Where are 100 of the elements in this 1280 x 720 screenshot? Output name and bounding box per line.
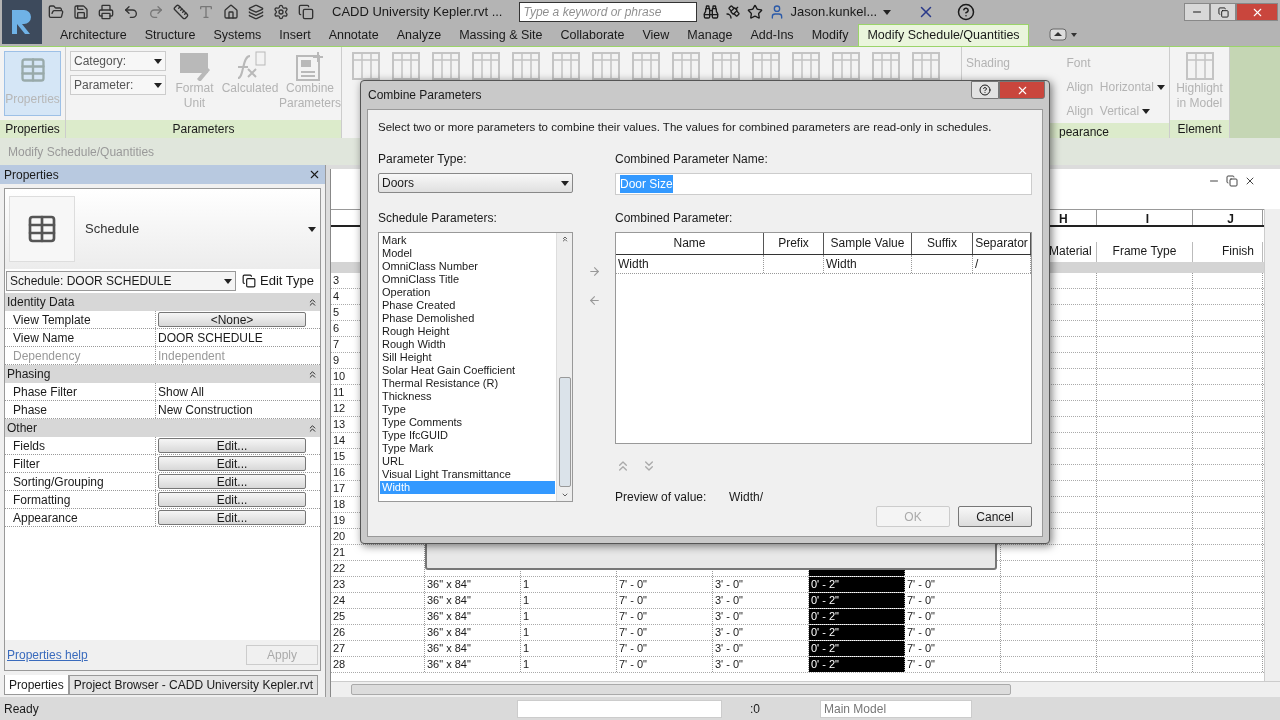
table-cell[interactable]: / [973, 255, 1031, 273]
table-cell: 1 [521, 593, 617, 608]
instance-dropdown[interactable]: Schedule: DOOR SCHEDULE [6, 271, 236, 291]
property-group-header[interactable]: Phasing [5, 365, 320, 383]
table-header[interactable]: Sample Value [824, 233, 912, 254]
property-value[interactable]: New Construction [156, 401, 253, 418]
table-cell: 23 [331, 577, 425, 592]
list-item[interactable]: OmniClass Number [380, 260, 556, 273]
table-cell: 1 [521, 625, 617, 640]
property-value[interactable]: Show All [156, 383, 205, 400]
panel-label: Element [1170, 120, 1229, 138]
table-cell: 0' - 2" [809, 593, 905, 608]
table-cell: 7' - 0" [905, 641, 1001, 656]
field-label: Parameter Type: [378, 151, 468, 168]
property-label: View Template [5, 311, 156, 328]
property-button[interactable]: <None> [158, 312, 306, 327]
column-letter[interactable]: I [1097, 210, 1193, 225]
table-cell: 7' - 0" [617, 577, 713, 592]
table-cell: 7' - 0" [905, 625, 1001, 640]
property-button[interactable]: Edit... [158, 510, 306, 525]
field-label: Combined Parameter: [615, 210, 734, 227]
palette-tab[interactable]: Properties [4, 675, 69, 695]
table-header[interactable]: Suffix [912, 233, 973, 254]
property-group-header[interactable]: Identity Data [5, 293, 320, 311]
property-label: Phase Filter [5, 383, 156, 400]
table-cell: 1 [521, 657, 617, 672]
column-letter[interactable]: J [1193, 210, 1263, 225]
property-button[interactable]: Edit... [158, 492, 306, 507]
category-dropdown[interactable]: Category: [70, 51, 166, 71]
ribbon-tab[interactable]: Collaborate [552, 24, 633, 46]
property-label: Formatting [5, 491, 156, 508]
property-label: Appearance [5, 509, 156, 526]
property-label: Phase [5, 401, 156, 418]
property-label: Dependency [5, 347, 156, 364]
table-cell: 26 [331, 625, 425, 640]
palette-title: Properties [4, 166, 59, 184]
panel-label: Parameters [66, 120, 341, 138]
parameter-dropdown[interactable]: Parameter: [70, 75, 166, 95]
panel-label: Properties [0, 120, 65, 138]
property-group-header[interactable]: Other [5, 419, 320, 437]
table-cell: 0' - 2" [809, 641, 905, 656]
table-header[interactable]: Name [616, 233, 764, 254]
ribbon-tab[interactable]: Insert [271, 24, 319, 46]
field-label: Combined Parameter Name: [615, 151, 769, 168]
ribbon-tab[interactable]: Architecture [52, 24, 135, 46]
table-cell[interactable]: Width [824, 255, 912, 273]
model-dropdown[interactable]: Main Model [820, 699, 972, 718]
ribbon-tab[interactable]: Manage [679, 24, 741, 46]
dialog-button[interactable]: Cancel [958, 506, 1032, 527]
ribbon-tab[interactable]: Modify Schedule/Quantities [858, 24, 1029, 46]
properties-help-link[interactable]: Properties help [7, 646, 88, 664]
parameter-type-dropdown[interactable]: Doors [378, 173, 574, 193]
palette-tab[interactable]: Project Browser - CADD University Kepler.rvt [68, 675, 319, 695]
ribbon-tab[interactable]: View [634, 24, 678, 46]
property-label: Filter [5, 455, 156, 472]
user-name[interactable]: Jason.kunkel... [790, 2, 878, 22]
table-cell: 7' - 0" [617, 641, 713, 656]
ribbon-tab[interactable]: Systems [205, 24, 270, 46]
property-value[interactable]: DOOR SCHEDULE [156, 329, 263, 346]
table-cell: 36" x 84" [425, 641, 521, 656]
ribbon-tab[interactable]: Annotate [320, 24, 387, 46]
list-item[interactable]: Mark [380, 234, 556, 247]
table-cell[interactable]: Width [616, 255, 764, 273]
ribbon-tab[interactable]: Analyze [388, 24, 450, 46]
list-item[interactable]: Model [380, 247, 556, 260]
edit-type-button[interactable]: Edit Type [242, 271, 314, 291]
table-cell: 1 [521, 609, 617, 624]
table-cell: 27 [331, 641, 425, 656]
table-cell: 0' - 2" [809, 609, 905, 624]
table-cell: 0' - 2" [809, 625, 905, 640]
table-cell: 36" x 84" [425, 609, 521, 624]
table-cell: 7' - 0" [905, 609, 1001, 624]
table-cell: 0' - 2" [809, 577, 905, 592]
table-cell: 7' - 0" [905, 593, 1001, 608]
property-button[interactable]: Edit... [158, 438, 306, 453]
table-cell: 7' - 0" [617, 657, 713, 672]
ribbon-tab[interactable]: Massing & Site [451, 24, 551, 46]
table-header[interactable]: Prefix [764, 233, 824, 254]
dialog-title: Combine Parameters [368, 86, 482, 104]
search-field[interactable]: Type a keyword or phrase [518, 2, 697, 22]
ribbon-tab[interactable]: Add-Ins [742, 24, 802, 46]
field-label: Schedule Parameters: [378, 210, 498, 227]
table-cell: 36" x 84" [425, 593, 521, 608]
ribbon-tab[interactable]: Modify [803, 24, 857, 46]
table-cell: 7' - 0" [905, 577, 1001, 592]
property-label: View Name [5, 329, 156, 346]
table-cell: 36" x 84" [425, 625, 521, 640]
window-title: CADD University Kepler.rvt ... [332, 3, 503, 22]
property-label: Fields [5, 437, 156, 454]
preview-label: Preview of value: [615, 489, 708, 506]
table-cell: 36" x 84" [425, 577, 521, 592]
preview-value: Width/ [729, 489, 763, 506]
property-button[interactable]: Edit... [158, 456, 306, 471]
options-bar-label: Modify Schedule/Quantities [8, 143, 155, 161]
ribbon-tab[interactable]: Structure [136, 24, 204, 46]
table-header[interactable]: Separator [973, 233, 1031, 254]
table-cell: 25 [331, 609, 425, 624]
property-button[interactable]: Edit... [158, 474, 306, 489]
table-cell: 7' - 0" [617, 593, 713, 608]
table-cell: 7' - 0" [617, 625, 713, 640]
